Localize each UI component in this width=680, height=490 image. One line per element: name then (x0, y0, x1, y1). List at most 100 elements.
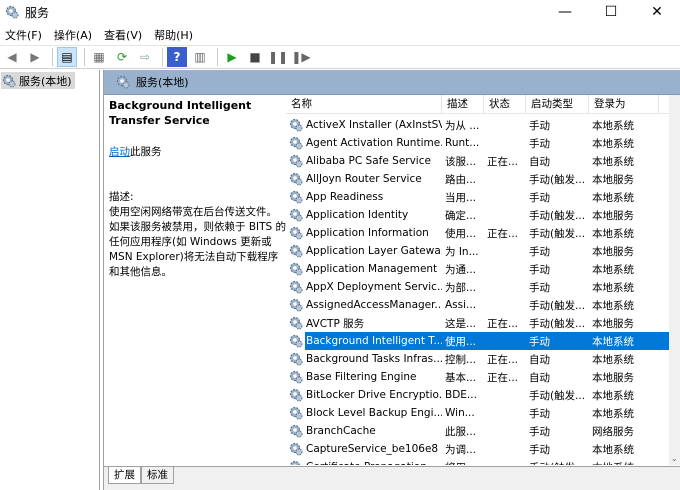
start-service-link[interactable]: 启动 (109, 146, 130, 158)
refresh-icon[interactable]: ⟳ (112, 47, 132, 67)
service-gear-icon (289, 460, 303, 465)
service-description: 为 In... (445, 245, 479, 258)
service-gear-icon (289, 370, 303, 384)
service-gear-icon (289, 388, 303, 402)
start-service-icon[interactable]: ▶ (222, 47, 242, 67)
service-row[interactable]: AssignedAccessManager... Assi... 手动(触发... 本… (286, 296, 669, 314)
services-gear-icon (2, 74, 16, 88)
service-row[interactable]: Base Filtering Engine 基本... 正在... 自动 本地服务 (286, 368, 669, 386)
service-row[interactable]: CaptureService_be106e8 为调... 手动 本地系统 (286, 440, 669, 458)
maximize-button[interactable]: ☐ (588, 0, 634, 24)
pane-header: 服务(本地) (104, 70, 680, 95)
service-log-on-as: 本地系统 (592, 137, 634, 150)
service-gear-icon (289, 424, 303, 438)
service-row[interactable]: AllJoyn Router Service 路由... 手动(触发... 本地服务 (286, 170, 669, 188)
service-name: BranchCache (306, 425, 376, 437)
service-description: 为从 ... (445, 119, 480, 132)
service-log-on-as: 本地系统 (589, 333, 659, 349)
console-tree-icon[interactable]: ▤ (57, 47, 77, 67)
service-name-cell: AllJoyn Router Service (286, 172, 442, 186)
service-row[interactable]: Application Identity 确定... 手动(触发... 本地服务 (286, 206, 669, 224)
back-arrow-icon[interactable]: ◀ (2, 47, 22, 67)
service-log-on-as: 网络服务 (592, 425, 634, 438)
service-log-on-as: 本地系统 (592, 281, 634, 294)
export-list-icon[interactable]: ⇨ (135, 47, 155, 67)
service-row[interactable]: Application Information 使用... 正在... 手动(触发..… (286, 224, 669, 242)
description-label: 描述: (109, 191, 134, 203)
column-header-description[interactable]: 描述 (442, 95, 484, 113)
service-startup-type: 手动 (529, 281, 550, 294)
service-startup-type: 手动 (529, 119, 550, 132)
service-row[interactable]: BitLocker Drive Encryptio... BDE... 手动(触发.… (286, 386, 669, 404)
service-row[interactable]: Background Intelligent T... 使用... 手动 本地系统 (286, 332, 669, 350)
service-name-cell: Application Identity (286, 208, 442, 222)
service-log-on-as: 本地系统 (592, 407, 634, 420)
column-header-startup-type[interactable]: 启动类型 (526, 95, 589, 113)
service-row[interactable]: ActiveX Installer (AxInstSV) 为从 ... 手动 本地系统 (286, 116, 669, 134)
service-startup-type: 手动(触发... (529, 317, 586, 330)
service-description: 基本... (445, 371, 477, 384)
service-startup-type: 手动 (529, 443, 550, 456)
service-row[interactable]: App Readiness 当用... 手动 本地系统 (286, 188, 669, 206)
service-name-cell: Background Intelligent T... (286, 334, 442, 348)
console-tree: 服务(本地) (0, 70, 100, 490)
service-name-cell: Alibaba PC Safe Service (286, 154, 442, 168)
menu-help[interactable]: 帮助(H) (149, 27, 200, 43)
service-description: 控制... (445, 353, 477, 366)
service-description: 使用... (445, 227, 477, 240)
service-log-on-as: 本地系统 (592, 191, 634, 204)
stop-service-icon[interactable]: ■ (245, 47, 265, 67)
forward-arrow-icon[interactable]: ▶ (25, 47, 45, 67)
close-button[interactable]: ✕ (634, 0, 680, 24)
service-log-on-as: 本地系统 (592, 119, 634, 132)
service-description: 该服... (445, 155, 477, 168)
list-header: 名称 描述 状态 启动类型 登录为 ^ (286, 95, 669, 114)
service-name-cell: BitLocker Drive Encryptio... (286, 388, 442, 402)
action-pane-icon[interactable]: ▥ (190, 47, 210, 67)
service-name: Block Level Backup Engi... (306, 407, 442, 419)
menu-action[interactable]: 操作(A) (49, 27, 99, 43)
service-row[interactable]: Application Management 为通... 手动 本地系统 (286, 260, 669, 278)
restart-service-icon[interactable]: ❚▶ (291, 47, 311, 67)
tree-node-services-local[interactable]: 服务(本地) (1, 72, 75, 89)
service-row[interactable]: AVCTP 服务 这是... 正在... 手动(触发... 本地服务 (286, 314, 669, 332)
service-row[interactable]: Certificate Propagation 将用... 手动(触发...本地系统 (286, 458, 669, 465)
pane-title: 服务(本地) (136, 76, 189, 89)
service-description: 确定... (445, 209, 477, 222)
service-description: 为通... (445, 263, 477, 276)
help-icon[interactable]: ? (167, 47, 187, 67)
services-gear-icon (116, 75, 130, 89)
service-row[interactable]: Application Layer Gatewa... 为 In... 手动 本地服务 (286, 242, 669, 260)
service-row[interactable]: Block Level Backup Engi... Win... 手动 本地系统 (286, 404, 669, 422)
description-text: 使用空闲网络带宽在后台传送文件。如果该服务被禁用，则依赖于 BITS 的任何应用… (109, 206, 287, 278)
properties-icon[interactable]: ▦ (89, 47, 109, 67)
service-name: AVCTP 服务 (306, 317, 365, 330)
service-status: 正在... (487, 155, 519, 168)
service-startup-type: 手动 (529, 425, 550, 438)
tab-extended[interactable]: 扩展 (108, 467, 141, 484)
service-startup-type: 手动 (526, 333, 589, 349)
service-name-cell: Block Level Backup Engi... (286, 406, 442, 420)
service-name-cell: Agent Activation Runtime... (286, 136, 442, 150)
column-header-log-on-as[interactable]: 登录为 (589, 95, 659, 113)
service-row[interactable]: BranchCache 此服... 手动 网络服务 (286, 422, 669, 440)
vertical-scrollbar[interactable]: ⌄ (669, 95, 680, 465)
tab-standard[interactable]: 标准 (141, 467, 174, 484)
service-startup-type: 手动(触发... (529, 299, 586, 312)
minimize-button[interactable]: — (542, 0, 588, 24)
service-startup-type: 手动(触发... (526, 460, 589, 466)
service-startup-type: 自动 (529, 155, 550, 168)
service-startup-type: 手动 (529, 407, 550, 420)
menu-view[interactable]: 查看(V) (99, 27, 149, 43)
menu-bar: 文件(F) 操作(A) 查看(V) 帮助(H) (0, 25, 200, 44)
pause-service-icon[interactable]: ❚❚ (268, 47, 288, 67)
column-header-status[interactable]: 状态 (484, 95, 526, 113)
service-row[interactable]: Alibaba PC Safe Service 该服... 正在... 自动 本地系统 (286, 152, 669, 170)
menu-file[interactable]: 文件(F) (0, 27, 49, 43)
scroll-down-icon[interactable]: ⌄ (671, 454, 678, 463)
service-row[interactable]: Background Tasks Infras... 控制... 正在... 自动 本地… (286, 350, 669, 368)
service-description: 为部... (445, 281, 477, 294)
service-row[interactable]: AppX Deployment Servic... 为部... 手动 本地系统 (286, 278, 669, 296)
service-name: Base Filtering Engine (306, 371, 417, 383)
service-row[interactable]: Agent Activation Runtime... Runt... 手动 本地系统 (286, 134, 669, 152)
